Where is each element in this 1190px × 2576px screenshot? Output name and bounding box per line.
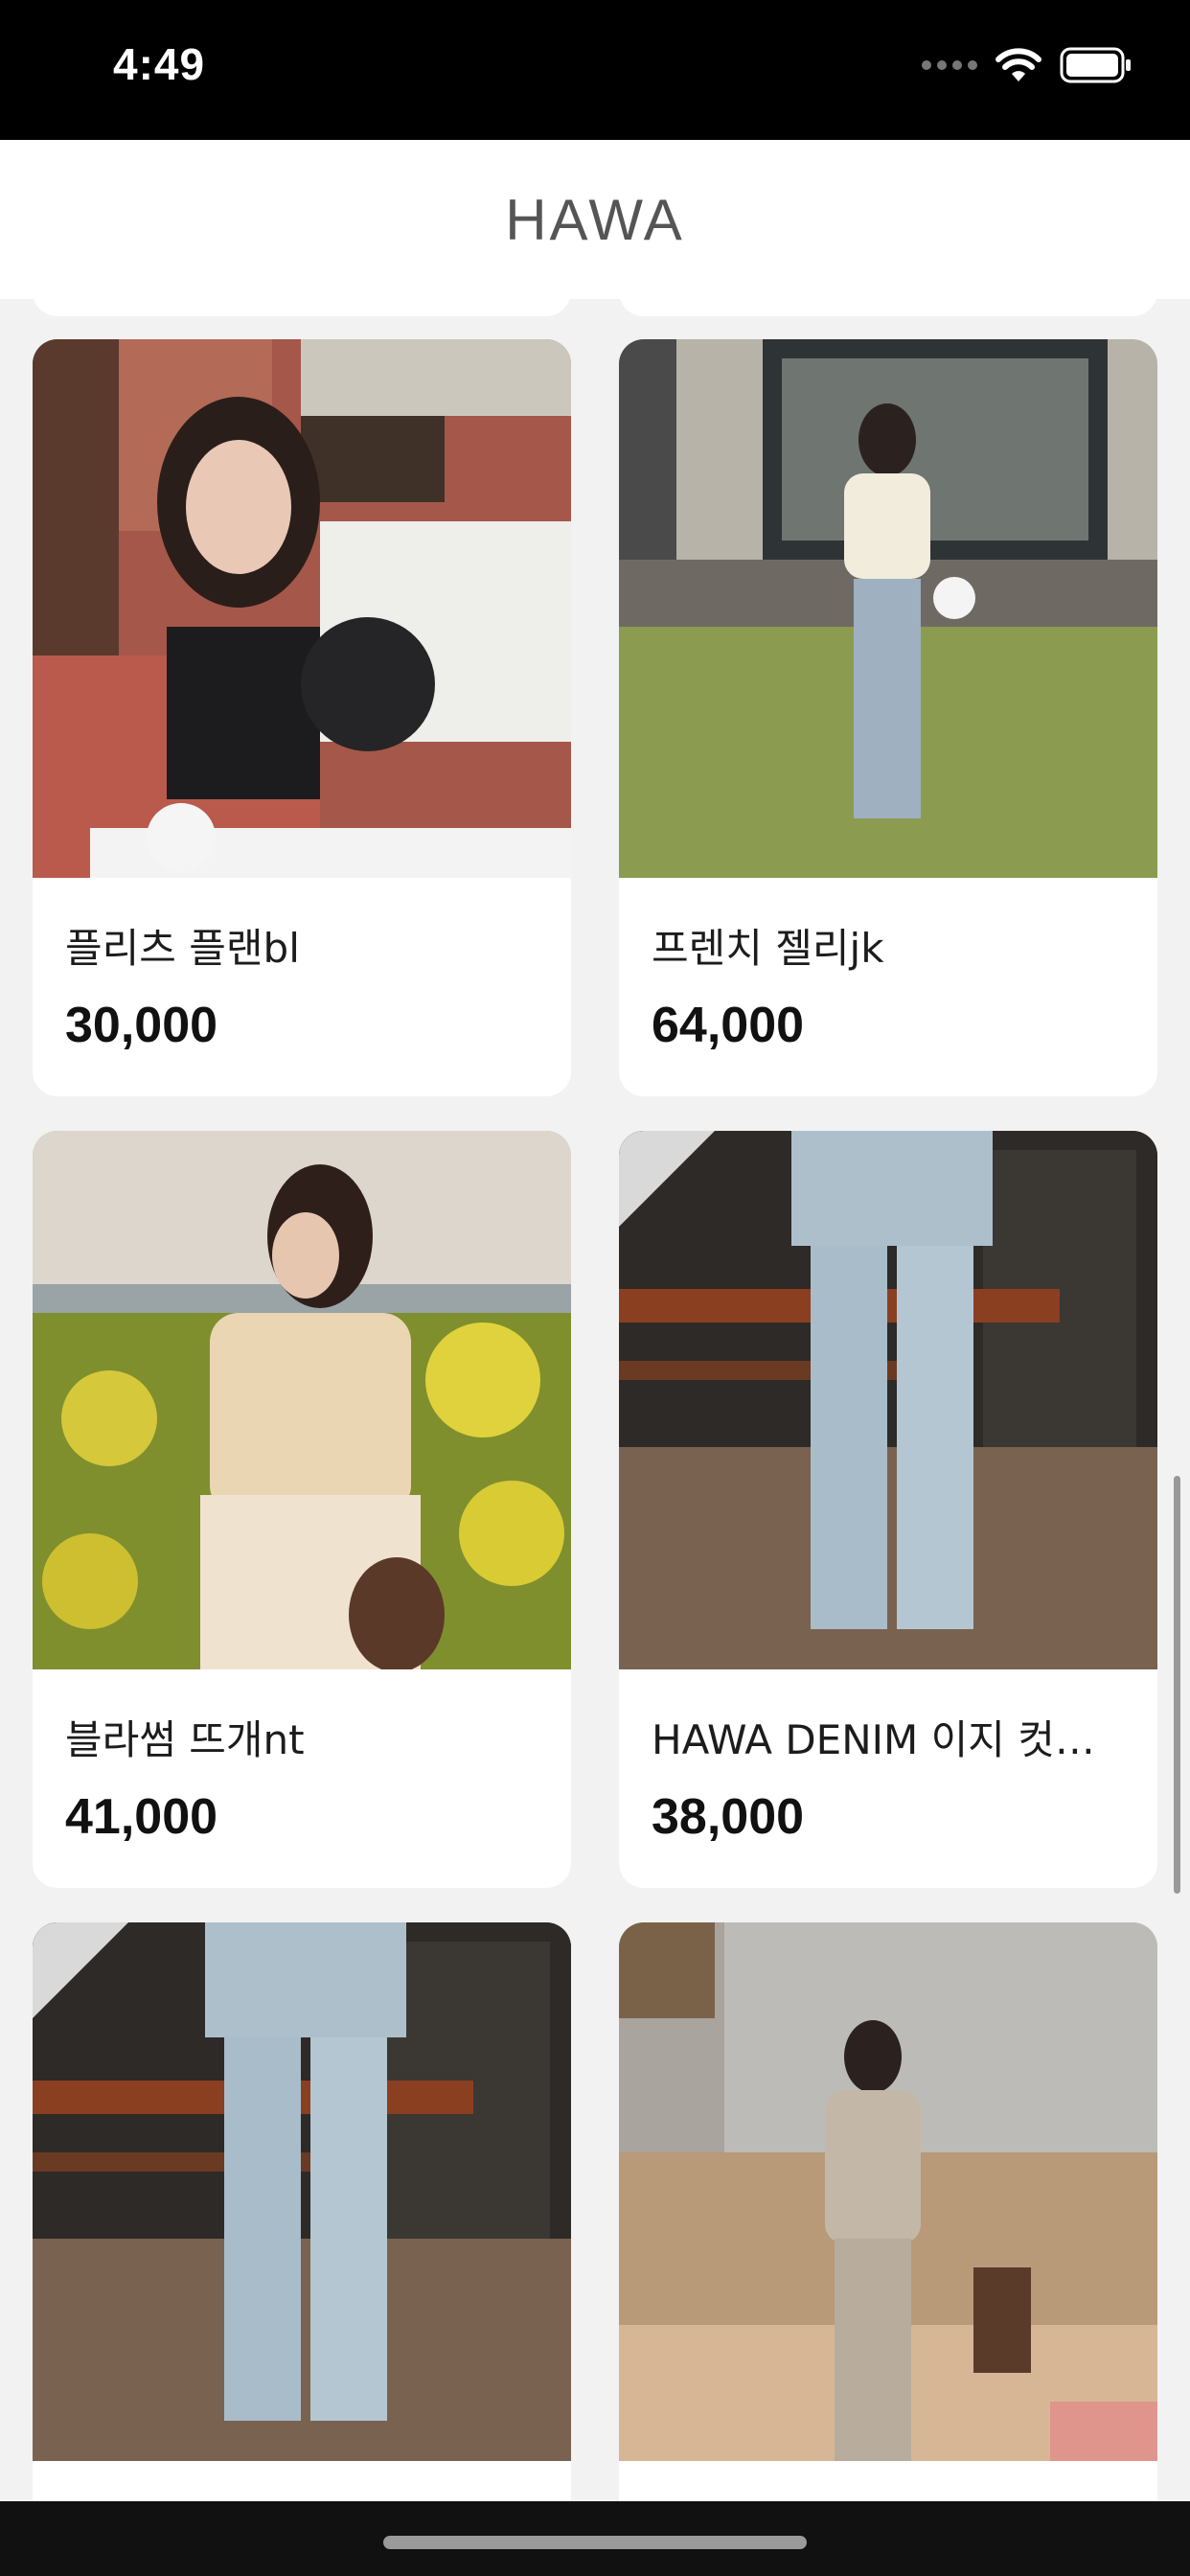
status-icons xyxy=(922,46,1133,84)
product-image xyxy=(619,1131,1157,1669)
home-indicator[interactable] xyxy=(383,2536,807,2549)
product-image xyxy=(33,339,571,878)
product-name: HAWA DENIM 이지 컷… xyxy=(652,1716,1095,1763)
product-card[interactable]: 블라썸 뜨개nt 41,000 xyxy=(33,1131,571,1888)
product-name: 플리츠 플랜bl xyxy=(65,925,300,972)
product-image xyxy=(33,1922,571,2461)
product-price: 30,000 xyxy=(65,998,218,1053)
product-grid[interactable]: 플리츠 플랜bl 30,000 프렌치 젤리jk 64,000 블라썸 뜨개nt… xyxy=(0,299,1190,2501)
product-image xyxy=(33,1131,571,1669)
page-title: HAWA xyxy=(505,187,685,252)
product-card[interactable]: 플리츠 플랜bl 30,000 xyxy=(33,339,571,1096)
battery-icon xyxy=(1060,47,1133,83)
product-price: 41,000 xyxy=(65,1789,218,1845)
product-price: 64,000 xyxy=(652,998,805,1053)
status-bar: 4:49 xyxy=(0,0,1190,140)
product-card-partial[interactable] xyxy=(33,299,571,316)
status-time: 4:49 xyxy=(113,39,206,89)
wifi-icon xyxy=(995,47,1042,83)
product-card[interactable]: HAWA DENIM 이지 컷… 38,000 xyxy=(619,1131,1157,1888)
product-name: 블라썸 뜨개nt xyxy=(65,1716,305,1763)
product-card[interactable] xyxy=(33,1922,571,2501)
cellular-dots-icon xyxy=(922,60,977,70)
nav-bar: HAWA xyxy=(0,140,1190,299)
product-name: 프렌치 젤리jk xyxy=(652,925,884,972)
product-card[interactable] xyxy=(619,1922,1157,2501)
product-card-partial[interactable] xyxy=(619,299,1157,316)
product-image xyxy=(619,1922,1157,2461)
scrollbar[interactable] xyxy=(1174,1476,1180,1894)
product-price: 38,000 xyxy=(652,1789,805,1845)
product-card[interactable]: 프렌치 젤리jk 64,000 xyxy=(619,339,1157,1096)
product-image xyxy=(619,339,1157,878)
